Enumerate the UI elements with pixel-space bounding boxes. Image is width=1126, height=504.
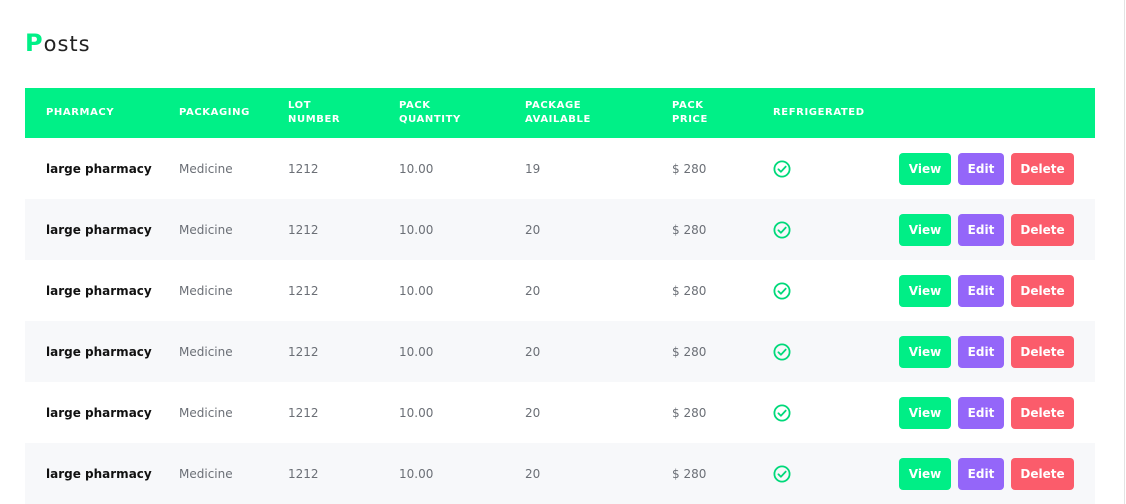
posts-table: PHARMACY PACKAGING LOT NUMBER PACK QUANT…	[25, 88, 1095, 504]
cell-package-available: 20	[525, 344, 541, 359]
cell-pack-price: $ 280	[672, 222, 707, 237]
cell-lot-number: 1212	[288, 222, 319, 237]
table-row: large pharmacy Medicine 1212 10.00 19 $ …	[25, 138, 1095, 199]
column-header-package-available: PACKAGE AVAILABLE	[525, 100, 591, 125]
view-button[interactable]: View	[899, 397, 951, 429]
cell-refrigerated	[773, 321, 791, 382]
view-button[interactable]: View	[899, 214, 951, 246]
delete-button[interactable]: Delete	[1011, 336, 1074, 368]
cell-refrigerated	[773, 382, 791, 443]
cell-pharmacy: large pharmacy	[46, 344, 152, 359]
page: Posts PHARMACY PACKAGING LOT NUMBER PACK…	[0, 0, 1126, 504]
view-button[interactable]: View	[899, 275, 951, 307]
check-circle-icon	[773, 343, 791, 361]
cell-pack-quantity: 10.00	[399, 405, 434, 420]
row-actions: View Edit Delete	[899, 275, 1074, 307]
cell-lot-number: 1212	[288, 283, 319, 298]
row-actions: View Edit Delete	[899, 214, 1074, 246]
cell-packaging: Medicine	[179, 405, 233, 420]
edit-button[interactable]: Edit	[958, 153, 1004, 185]
cell-pharmacy: large pharmacy	[46, 283, 152, 298]
edit-button[interactable]: Edit	[958, 275, 1004, 307]
delete-button[interactable]: Delete	[1011, 153, 1074, 185]
scrollbar-edge	[1124, 0, 1125, 504]
page-title: Posts	[25, 28, 91, 59]
table-header: PHARMACY PACKAGING LOT NUMBER PACK QUANT…	[25, 88, 1095, 138]
check-circle-icon	[773, 160, 791, 178]
cell-refrigerated	[773, 138, 791, 199]
row-actions: View Edit Delete	[899, 397, 1074, 429]
row-actions: View Edit Delete	[899, 336, 1074, 368]
delete-button[interactable]: Delete	[1011, 397, 1074, 429]
cell-refrigerated	[773, 260, 791, 321]
cell-packaging: Medicine	[179, 466, 233, 481]
cell-packaging: Medicine	[179, 161, 233, 176]
delete-button[interactable]: Delete	[1011, 275, 1074, 307]
cell-pack-price: $ 280	[672, 161, 707, 176]
cell-packaging: Medicine	[179, 344, 233, 359]
cell-pack-quantity: 10.00	[399, 466, 434, 481]
delete-button[interactable]: Delete	[1011, 458, 1074, 490]
column-header-pack-quantity: PACK QUANTITY	[399, 100, 461, 125]
cell-lot-number: 1212	[288, 344, 319, 359]
delete-button[interactable]: Delete	[1011, 214, 1074, 246]
cell-package-available: 20	[525, 466, 541, 481]
view-button[interactable]: View	[899, 458, 951, 490]
cell-refrigerated	[773, 443, 791, 504]
edit-button[interactable]: Edit	[958, 458, 1004, 490]
table-row: large pharmacy Medicine 1212 10.00 20 $ …	[25, 199, 1095, 260]
check-circle-icon	[773, 404, 791, 422]
cell-pack-quantity: 10.00	[399, 161, 434, 176]
edit-button[interactable]: Edit	[958, 397, 1004, 429]
cell-lot-number: 1212	[288, 161, 319, 176]
row-actions: View Edit Delete	[899, 458, 1074, 490]
view-button[interactable]: View	[899, 153, 951, 185]
table-row: large pharmacy Medicine 1212 10.00 20 $ …	[25, 443, 1095, 504]
page-title-initial: P	[25, 29, 44, 57]
cell-pharmacy: large pharmacy	[46, 466, 152, 481]
cell-package-available: 20	[525, 405, 541, 420]
check-circle-icon	[773, 282, 791, 300]
cell-refrigerated	[773, 199, 791, 260]
cell-packaging: Medicine	[179, 222, 233, 237]
column-header-packaging: PACKAGING	[179, 107, 250, 118]
table-body: large pharmacy Medicine 1212 10.00 19 $ …	[25, 138, 1095, 504]
cell-pharmacy: large pharmacy	[46, 222, 152, 237]
cell-package-available: 20	[525, 222, 541, 237]
table-row: large pharmacy Medicine 1212 10.00 20 $ …	[25, 321, 1095, 382]
column-header-pharmacy: PHARMACY	[46, 107, 115, 118]
cell-pack-quantity: 10.00	[399, 283, 434, 298]
cell-pharmacy: large pharmacy	[46, 161, 152, 176]
cell-pack-price: $ 280	[672, 405, 707, 420]
cell-pack-quantity: 10.00	[399, 222, 434, 237]
table-row: large pharmacy Medicine 1212 10.00 20 $ …	[25, 260, 1095, 321]
cell-pharmacy: large pharmacy	[46, 405, 152, 420]
cell-packaging: Medicine	[179, 283, 233, 298]
cell-lot-number: 1212	[288, 405, 319, 420]
column-header-lot-number: LOT NUMBER	[288, 100, 341, 125]
row-actions: View Edit Delete	[899, 153, 1074, 185]
column-header-pack-price: PACK PRICE	[672, 100, 708, 125]
edit-button[interactable]: Edit	[958, 336, 1004, 368]
cell-pack-quantity: 10.00	[399, 344, 434, 359]
edit-button[interactable]: Edit	[958, 214, 1004, 246]
cell-package-available: 20	[525, 283, 541, 298]
cell-lot-number: 1212	[288, 466, 319, 481]
view-button[interactable]: View	[899, 336, 951, 368]
cell-pack-price: $ 280	[672, 466, 707, 481]
table-row: large pharmacy Medicine 1212 10.00 20 $ …	[25, 382, 1095, 443]
check-circle-icon	[773, 221, 791, 239]
check-circle-icon	[773, 465, 791, 483]
cell-pack-price: $ 280	[672, 283, 707, 298]
cell-pack-price: $ 280	[672, 344, 707, 359]
cell-package-available: 19	[525, 161, 541, 176]
column-header-refrigerated: REFRIGERATED	[773, 107, 865, 118]
page-title-rest: osts	[43, 32, 91, 56]
